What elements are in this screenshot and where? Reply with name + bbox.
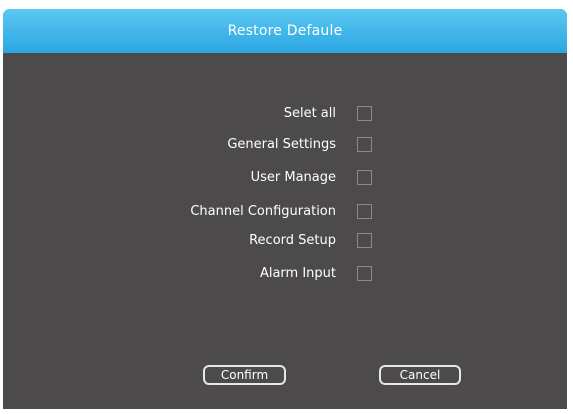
- option-row-select-all: Selet all: [3, 104, 567, 124]
- checkbox-select-all[interactable]: [357, 106, 372, 121]
- option-row-general-settings: General Settings: [3, 135, 567, 155]
- option-label-user-manage: User Manage: [250, 170, 336, 185]
- confirm-button[interactable]: Confirm: [203, 365, 286, 385]
- checkbox-record-setup[interactable]: [357, 233, 372, 248]
- option-label-channel-configuration: Channel Configuration: [190, 204, 336, 219]
- option-label-alarm-input: Alarm Input: [259, 266, 336, 281]
- checkbox-alarm-input[interactable]: [357, 266, 372, 281]
- option-row-record-setup: Record Setup: [3, 231, 567, 251]
- option-row-channel-configuration: Channel Configuration: [3, 202, 567, 222]
- option-row-user-manage: User Manage: [3, 168, 567, 188]
- restore-default-dialog: Restore Defaule Selet all General Settin…: [3, 9, 567, 409]
- dialog-title: Restore Defaule: [3, 9, 567, 53]
- option-label-select-all: Selet all: [283, 106, 336, 121]
- cancel-button[interactable]: Cancel: [379, 365, 461, 385]
- option-row-alarm-input: Alarm Input: [3, 264, 567, 284]
- checkbox-channel-configuration[interactable]: [357, 204, 372, 219]
- option-label-general-settings: General Settings: [227, 137, 336, 152]
- checkbox-general-settings[interactable]: [357, 137, 372, 152]
- option-label-record-setup: Record Setup: [249, 233, 336, 248]
- checkbox-user-manage[interactable]: [357, 170, 372, 185]
